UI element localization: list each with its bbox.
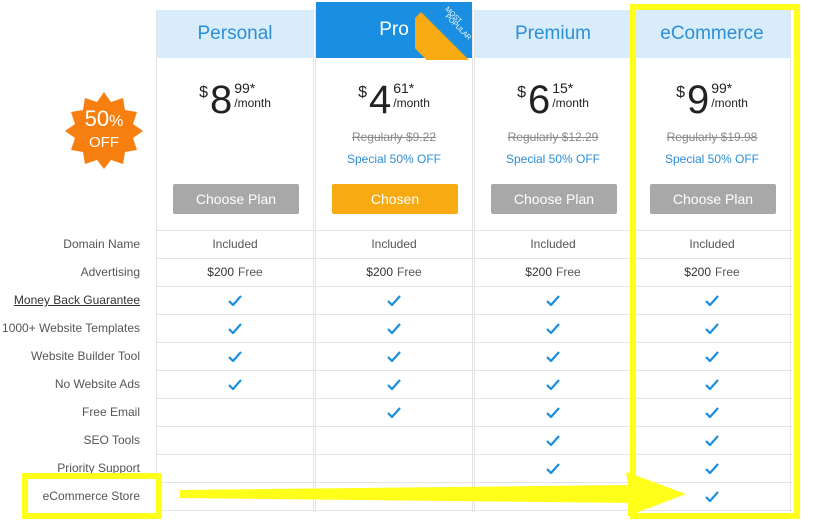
discount-badge: 50% OFF bbox=[64, 90, 144, 170]
advertising-free: Free bbox=[556, 265, 581, 279]
highlight-ecommerce-store-label bbox=[22, 473, 162, 519]
price-currency: $ bbox=[517, 84, 526, 101]
advertising-free: Free bbox=[238, 265, 263, 279]
checkmark-icon bbox=[228, 350, 242, 362]
badge-off: OFF bbox=[89, 134, 119, 151]
checkmark-icon bbox=[387, 294, 401, 306]
checkmark-icon bbox=[228, 378, 242, 390]
choose-plan-button[interactable]: Choose Plan bbox=[491, 184, 617, 214]
checkmark-icon bbox=[546, 378, 560, 390]
feature-cell bbox=[474, 286, 632, 314]
feature-cell bbox=[315, 426, 473, 454]
feature-cell bbox=[156, 286, 314, 314]
plan-price: $ 6 15* /month bbox=[475, 80, 631, 120]
feature-cell bbox=[315, 286, 473, 314]
choose-plan-button[interactable]: Choose Plan bbox=[173, 184, 299, 214]
checkmark-icon bbox=[387, 378, 401, 390]
price-period: /month bbox=[393, 96, 430, 110]
feature-cell bbox=[474, 398, 632, 426]
checkmark-icon bbox=[546, 350, 560, 362]
feature-cell bbox=[474, 314, 632, 342]
advertising-amount: $200 bbox=[366, 265, 393, 279]
price-currency: $ bbox=[199, 84, 208, 101]
price-cents: 61* bbox=[393, 80, 415, 96]
feature-cell bbox=[156, 426, 314, 454]
plan-name: Personal bbox=[157, 10, 313, 58]
feature-cell bbox=[156, 370, 314, 398]
feature-cell: $200 Free bbox=[315, 258, 473, 286]
price-cents: 15* bbox=[552, 80, 574, 96]
most-popular-ribbon: MOST POPULAR bbox=[415, 2, 473, 60]
badge-percent: 50 bbox=[84, 106, 110, 131]
plan-price: $ 4 61* /month bbox=[316, 80, 472, 120]
checkmark-icon bbox=[387, 350, 401, 362]
feature-label: SEO Tools bbox=[83, 433, 140, 447]
feature-label: 1000+ Website Templates bbox=[2, 321, 140, 335]
feature-label: Domain Name bbox=[63, 237, 140, 251]
special-offer: Special 50% OFF bbox=[346, 152, 442, 166]
feature-cell bbox=[156, 398, 314, 426]
price-currency: $ bbox=[358, 84, 367, 101]
feature-cell bbox=[315, 342, 473, 370]
arrow-icon bbox=[180, 472, 686, 516]
feature-cell: Included bbox=[530, 237, 576, 251]
feature-cell bbox=[156, 314, 314, 342]
plan-name: Premium bbox=[475, 10, 631, 58]
checkmark-icon bbox=[387, 322, 401, 334]
price-period: /month bbox=[552, 96, 589, 110]
price-dollars: 8 bbox=[209, 78, 233, 122]
plan-price: $ 8 99* /month bbox=[157, 80, 313, 120]
checkmark-icon bbox=[387, 406, 401, 418]
advertising-amount: $200 bbox=[525, 265, 552, 279]
advertising-amount: $200 bbox=[207, 265, 234, 279]
feature-cell bbox=[315, 370, 473, 398]
feature-cell: Included bbox=[212, 237, 258, 251]
feature-label: Free Email bbox=[81, 405, 140, 419]
advertising-free: Free bbox=[397, 265, 422, 279]
feature-cell bbox=[474, 370, 632, 398]
special-offer: Special 50% OFF bbox=[505, 152, 601, 166]
feature-cell: Included bbox=[371, 237, 417, 251]
feature-cell: $200 Free bbox=[474, 258, 632, 286]
feature-cell bbox=[315, 398, 473, 426]
checkmark-icon bbox=[546, 406, 560, 418]
feature-cell bbox=[156, 342, 314, 370]
price-cents: 99* bbox=[234, 80, 256, 96]
feature-label: Website Builder Tool bbox=[31, 349, 140, 363]
regular-price: Regularly $9.22 bbox=[351, 130, 437, 144]
feature-cell bbox=[315, 314, 473, 342]
highlight-ecommerce-column bbox=[630, 4, 800, 519]
feature-label: Advertising bbox=[80, 265, 140, 279]
badge-percent-sign: % bbox=[109, 113, 124, 130]
chosen-button[interactable]: Chosen bbox=[332, 184, 458, 214]
checkmark-icon bbox=[228, 294, 242, 306]
feature-cell: $200 Free bbox=[156, 258, 314, 286]
regular-price: Regularly $12.29 bbox=[507, 130, 599, 144]
feature-cell bbox=[474, 342, 632, 370]
feature-label: No Website Ads bbox=[54, 377, 140, 391]
checkmark-icon bbox=[546, 322, 560, 334]
checkmark-icon bbox=[546, 434, 560, 446]
feature-label[interactable]: Money Back Guarantee bbox=[14, 293, 140, 307]
price-period: /month bbox=[234, 96, 271, 110]
checkmark-icon bbox=[228, 322, 242, 334]
price-dollars: 6 bbox=[527, 78, 551, 122]
checkmark-icon bbox=[546, 294, 560, 306]
feature-cell bbox=[474, 426, 632, 454]
price-dollars: 4 bbox=[368, 78, 392, 122]
